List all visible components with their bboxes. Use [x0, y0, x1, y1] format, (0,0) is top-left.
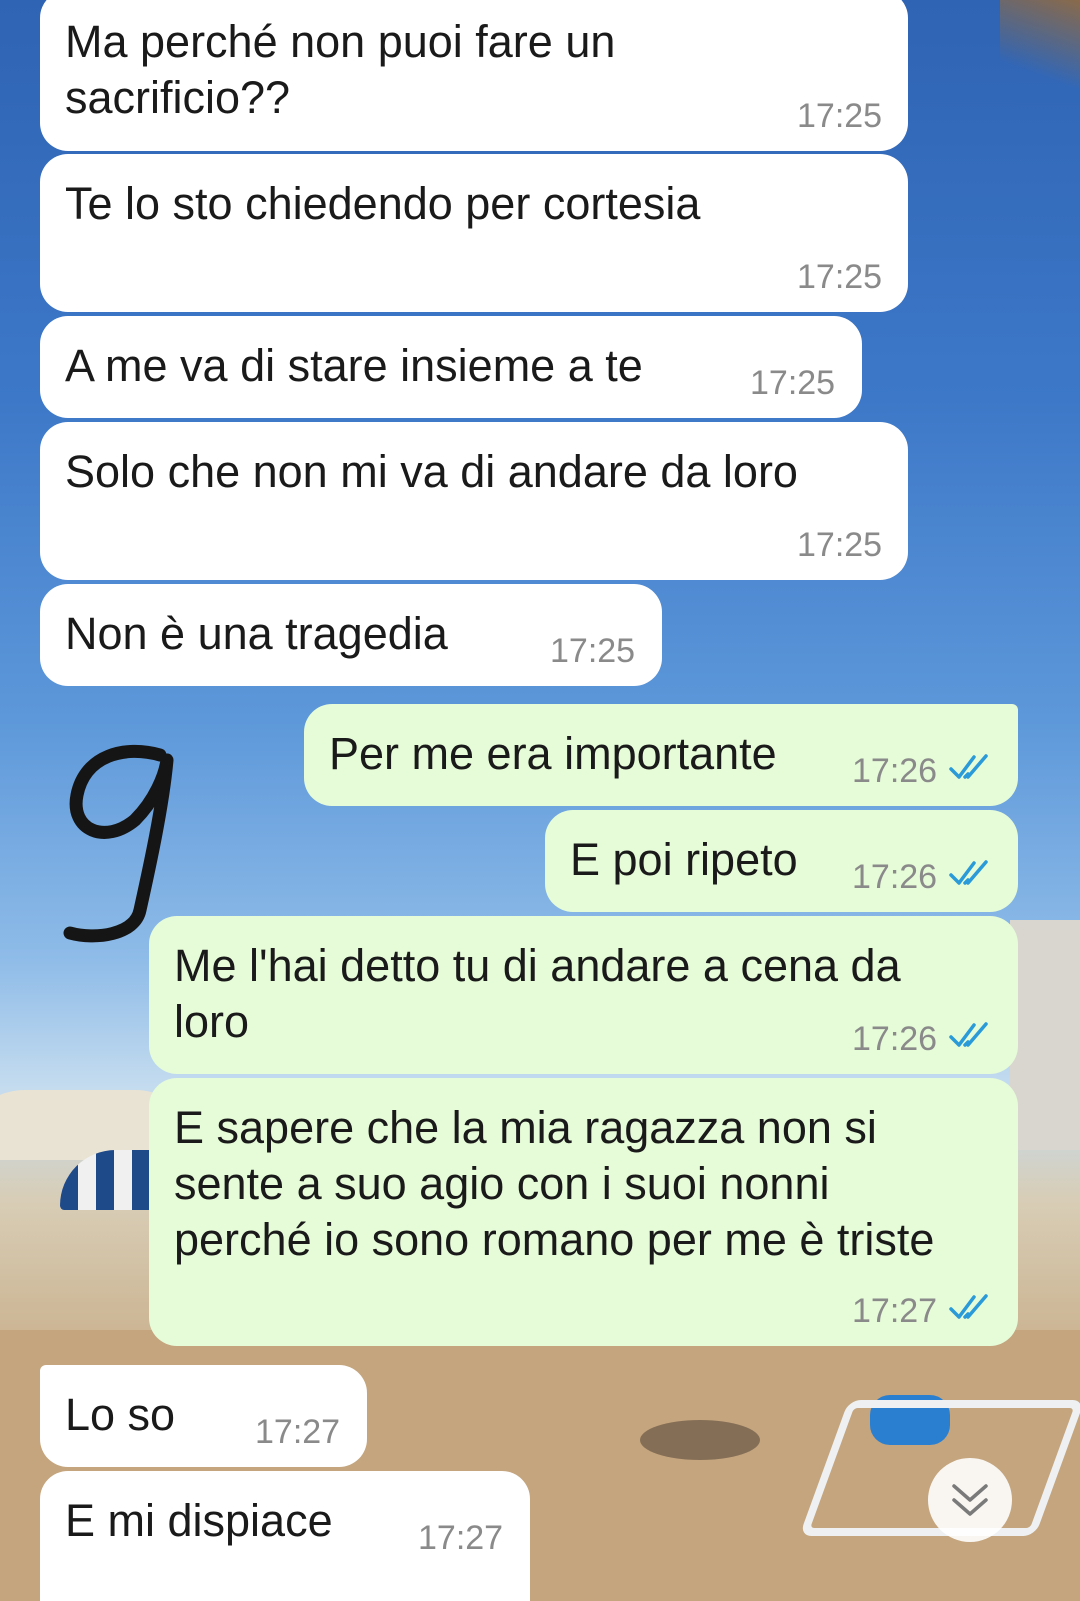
incoming-message[interactable]: Te lo sto chiedendo per cortesia 17:25: [40, 154, 908, 312]
incoming-message[interactable]: E mi dispiace 17:27: [40, 1471, 530, 1601]
scroll-to-bottom-button[interactable]: [928, 1458, 1012, 1542]
message-text: Ma perché non puoi fare un sacrificio??: [65, 16, 616, 123]
incoming-message[interactable]: Ma perché non puoi fare un sacrificio?? …: [40, 0, 908, 151]
message-time: 17:26: [852, 858, 938, 896]
incoming-message[interactable]: A me va di stare insieme a te 17:25: [40, 316, 862, 418]
double-check-icon: [949, 1294, 988, 1319]
message-time: 17:27: [255, 1413, 341, 1451]
message-text: A me va di stare insieme a te: [65, 340, 643, 391]
message-time: 17:27: [852, 1292, 938, 1330]
message-text: Me l'hai detto tu di andare a cena da lo…: [174, 940, 901, 1047]
message-text: Non è una tragedia: [65, 608, 448, 659]
message-text: Lo so: [65, 1389, 176, 1440]
message-text: E sapere che la mia ragazza non si sente…: [174, 1102, 935, 1265]
message-time: 17:25: [797, 526, 883, 564]
message-time: 17:25: [550, 632, 636, 670]
outgoing-message[interactable]: E sapere che la mia ragazza non si sente…: [149, 1078, 1018, 1346]
message-time: 17:25: [750, 364, 836, 402]
outgoing-message[interactable]: Me l'hai detto tu di andare a cena da lo…: [149, 916, 1018, 1074]
double-chevron-down-icon: [952, 1484, 988, 1516]
incoming-message[interactable]: Solo che non mi va di andare da loro 17:…: [40, 422, 908, 580]
message-time: 17:25: [797, 97, 883, 135]
outgoing-message[interactable]: E poi ripeto 17:26: [545, 810, 1018, 912]
outgoing-message[interactable]: Per me era importante 17:26: [304, 704, 1018, 806]
message-text: Per me era importante: [329, 728, 777, 779]
message-time: 17:25: [797, 258, 883, 296]
message-time: 17:26: [852, 752, 938, 790]
message-text: E mi dispiace: [65, 1495, 333, 1546]
double-check-icon: [949, 860, 988, 885]
double-check-icon: [949, 754, 988, 779]
message-time: 17:27: [418, 1519, 504, 1557]
message-text: Solo che non mi va di andare da loro: [65, 446, 798, 497]
message-text: E poi ripeto: [570, 834, 798, 885]
incoming-message[interactable]: Non è una tragedia 17:25: [40, 584, 662, 686]
message-text: Te lo sto chiedendo per cortesia: [65, 178, 701, 229]
incoming-message[interactable]: Lo so 17:27: [40, 1365, 367, 1467]
message-time: 17:26: [852, 1020, 938, 1058]
double-check-icon: [949, 1022, 988, 1047]
